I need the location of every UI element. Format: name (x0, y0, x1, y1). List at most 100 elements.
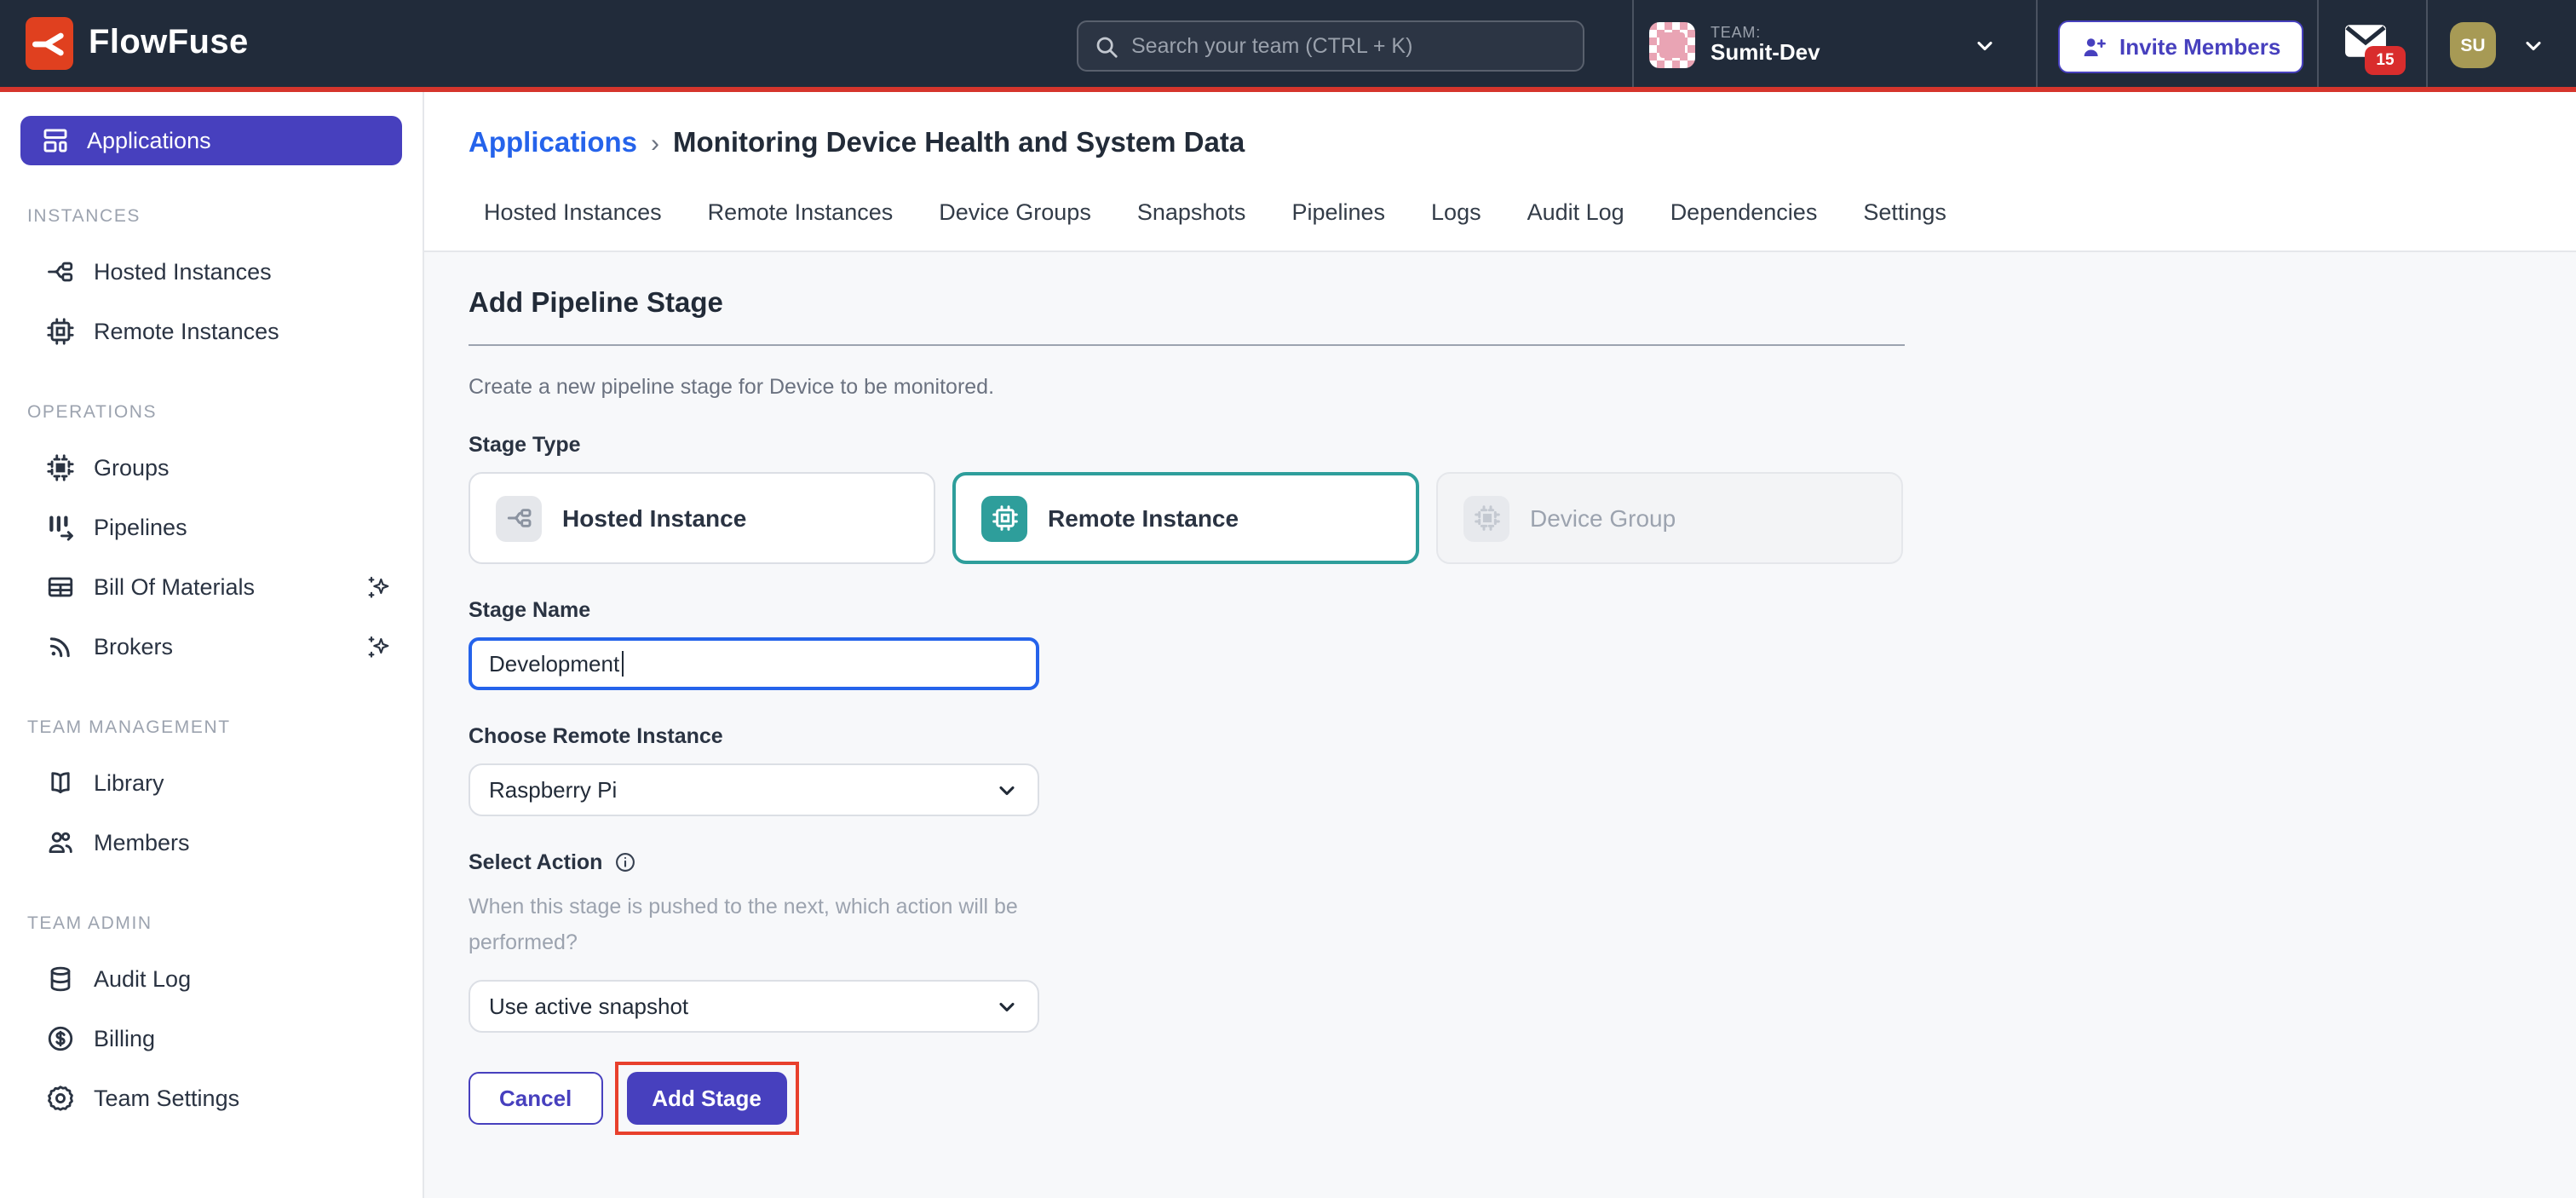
navbar-divider (1632, 0, 1634, 87)
search-input[interactable] (1131, 34, 1567, 58)
sidebar-item-label: Team Settings (94, 1086, 239, 1111)
team-avatar (1649, 22, 1695, 68)
sidebar-item-label: Hosted Instances (94, 259, 272, 285)
tab-pipelines[interactable]: Pipelines (1291, 199, 1385, 251)
hosted-instances-icon (46, 257, 75, 286)
tab-audit-log[interactable]: Audit Log (1527, 199, 1624, 251)
search-icon (1094, 33, 1119, 59)
team-selector[interactable]: TEAM: Sumit-Dev (1649, 22, 2010, 68)
team-chevron-down-icon[interactable] (1973, 34, 1997, 58)
card-label: Device Group (1530, 504, 1676, 532)
sidebar-section-operations: OPERATIONS (27, 402, 395, 423)
bill-of-materials-icon (46, 573, 75, 602)
breadcrumb-applications-link[interactable]: Applications (469, 128, 637, 160)
library-icon (46, 769, 75, 798)
applications-icon (41, 126, 70, 155)
tab-device-groups[interactable]: Device Groups (939, 199, 1091, 251)
sidebar-item-remote-instances[interactable]: Remote Instances (20, 302, 402, 361)
brand[interactable]: FlowFuse (0, 17, 249, 70)
stage-type-hosted-instance[interactable]: Hosted Instance (469, 472, 935, 564)
user-menu-chevron-down-icon[interactable] (2521, 34, 2545, 58)
sidebar-item-label: Library (94, 770, 164, 796)
stage-name-label: Stage Name (469, 598, 2532, 622)
select-action-label-text: Select Action (469, 850, 602, 874)
sidebar-item-label: Brokers (94, 634, 346, 659)
sidebar-item-library[interactable]: Library (20, 753, 402, 813)
tab-remote-instances[interactable]: Remote Instances (708, 199, 894, 251)
brokers-icon (46, 632, 75, 661)
sidebar-item-brokers[interactable]: Brokers (20, 617, 402, 677)
stage-name-input[interactable]: Development (469, 637, 1039, 690)
team-search[interactable] (1077, 20, 1584, 72)
annotation-highlight-box: Add Stage (614, 1063, 799, 1136)
sidebar-item-hosted-instances[interactable]: Hosted Instances (20, 242, 402, 302)
sparkles-icon (365, 633, 392, 660)
sidebar-item-applications[interactable]: Applications (20, 116, 402, 165)
stage-type-label: Stage Type (469, 433, 2532, 457)
breadcrumb: Applications › Monitoring Device Health … (424, 92, 2576, 160)
remote-instance-select[interactable]: Raspberry Pi (469, 763, 1039, 816)
sidebar-item-label: Billing (94, 1026, 155, 1051)
sidebar-item-label: Applications (87, 128, 211, 153)
sparkles-icon (365, 573, 392, 601)
tab-snapshots[interactable]: Snapshots (1137, 199, 1246, 251)
tab-settings[interactable]: Settings (1863, 199, 1946, 251)
form-title: Add Pipeline Stage (469, 288, 2532, 320)
team-label: TEAM: (1711, 24, 1820, 42)
stage-type-remote-instance[interactable]: Remote Instance (952, 472, 1419, 564)
form-actions: Cancel Add Stage (469, 1063, 2532, 1136)
sidebar-item-label: Members (94, 830, 190, 855)
stage-type-device-group: Device Group (1436, 472, 1903, 564)
action-select[interactable]: Use active snapshot (469, 981, 1039, 1034)
sidebar-item-audit-log[interactable]: Audit Log (20, 949, 402, 1009)
brand-name: FlowFuse (89, 24, 249, 63)
members-icon (46, 828, 75, 857)
top-navbar: FlowFuse TEAM: Sumit-Dev (0, 0, 2576, 92)
form-description: Create a new pipeline stage for Device t… (469, 375, 2532, 399)
tab-hosted-instances[interactable]: Hosted Instances (484, 199, 662, 251)
sidebar-item-pipelines[interactable]: Pipelines (20, 498, 402, 557)
navbar-divider (2426, 0, 2428, 87)
chevron-down-icon (995, 995, 1019, 1019)
sidebar: Applications INSTANCES Hosted Instances (0, 92, 424, 1198)
remote-instance-value: Raspberry Pi (489, 777, 617, 803)
invite-members-label: Invite Members (2119, 34, 2280, 60)
page-title: Monitoring Device Health and System Data (673, 128, 1245, 160)
sidebar-item-members[interactable]: Members (20, 813, 402, 873)
remote-instances-icon (46, 317, 75, 346)
notification-count-badge: 15 (2365, 46, 2406, 75)
sidebar-item-label: Groups (94, 455, 170, 481)
add-stage-button[interactable]: Add Stage (626, 1073, 787, 1126)
sidebar-item-label: Pipelines (94, 515, 187, 540)
sidebar-item-groups[interactable]: Groups (20, 438, 402, 498)
add-pipeline-stage-panel: Add Pipeline Stage Create a new pipeline… (424, 252, 2576, 1198)
notifications-button[interactable]: 15 (2344, 24, 2395, 68)
invite-members-button[interactable]: Invite Members (2058, 20, 2303, 73)
sidebar-section-team-admin: TEAM ADMIN (27, 913, 395, 934)
tab-logs[interactable]: Logs (1431, 199, 1481, 251)
hosted-instance-icon (496, 495, 542, 541)
sidebar-section-instances: INSTANCES (27, 206, 395, 227)
text-cursor (621, 651, 624, 677)
stage-name-value: Development (489, 651, 619, 677)
team-name: Sumit-Dev (1711, 41, 1820, 66)
tab-dependencies[interactable]: Dependencies (1670, 199, 1818, 251)
chevron-down-icon (995, 778, 1019, 802)
user-plus-icon (2080, 33, 2107, 60)
navbar-divider (2036, 0, 2038, 87)
billing-icon (46, 1024, 75, 1053)
breadcrumb-separator: › (651, 130, 659, 158)
info-icon[interactable] (612, 850, 636, 874)
user-avatar[interactable]: SU (2450, 22, 2496, 68)
sidebar-item-bill-of-materials[interactable]: Bill Of Materials (20, 557, 402, 617)
flowfuse-logo-icon (26, 17, 73, 70)
flowfuse-app: FlowFuse TEAM: Sumit-Dev (0, 0, 2576, 1198)
sidebar-item-team-settings[interactable]: Team Settings (20, 1068, 402, 1128)
cancel-button[interactable]: Cancel (469, 1073, 602, 1126)
sidebar-item-billing[interactable]: Billing (20, 1009, 402, 1068)
sidebar-item-label: Remote Instances (94, 319, 279, 344)
gear-icon (46, 1084, 75, 1113)
pipelines-icon (46, 513, 75, 542)
card-label: Hosted Instance (562, 504, 746, 532)
card-label: Remote Instance (1048, 504, 1239, 532)
